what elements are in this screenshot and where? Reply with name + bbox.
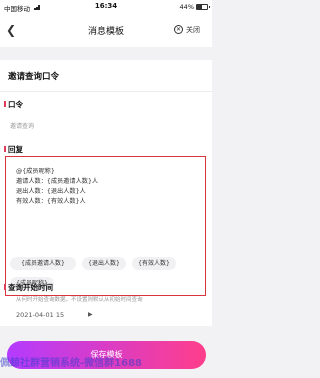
query-time-description: 从何时开始查询数据，不设置则默认从初始时间查询 <box>16 297 143 303</box>
command-label: 口令 <box>4 100 23 109</box>
reply-label: 回复 <box>4 145 23 154</box>
tag-exits[interactable]: {退出人数} <box>82 257 126 270</box>
close-button[interactable]: 关闭 <box>186 25 200 35</box>
reply-textarea[interactable]: @{成员昵称} 邀请人数：{成员邀请人数}人 退出人数：{退出人数}人 有效人数… <box>16 167 98 207</box>
watermark: 佩鲸社群营销系统-微信群1688 <box>0 358 142 369</box>
status-bar: 中国移动 16:34 44% <box>0 0 212 13</box>
query-time-label: 查询开始时间 <box>4 283 53 292</box>
section-title: 邀请查询口令 <box>8 72 60 82</box>
battery-percent: 44% <box>179 3 194 11</box>
close-icon[interactable]: ✕ <box>174 25 183 34</box>
nav-bar: ❮ 消息模板 ✕ 关闭 <box>0 13 212 47</box>
reply-editor[interactable]: @{成员昵称} 邀请人数：{成员邀请人数}人 退出人数：{退出人数}人 有效人数… <box>5 156 206 296</box>
chevron-right-icon[interactable]: ▶ <box>88 311 93 318</box>
command-input[interactable]: 邀请查询 <box>10 121 34 130</box>
tag-valid[interactable]: {有效人数} <box>132 257 176 270</box>
tag-member-invites[interactable]: {成员邀请人数} <box>10 257 76 270</box>
date-picker[interactable]: 2021-04-01 15 <box>16 311 64 319</box>
divider <box>0 91 212 92</box>
template-form: 邀请查询口令 口令 邀请查询 回复 @{成员昵称} 邀请人数：{成员邀请人数}人… <box>0 60 212 326</box>
battery-icon <box>196 4 210 10</box>
